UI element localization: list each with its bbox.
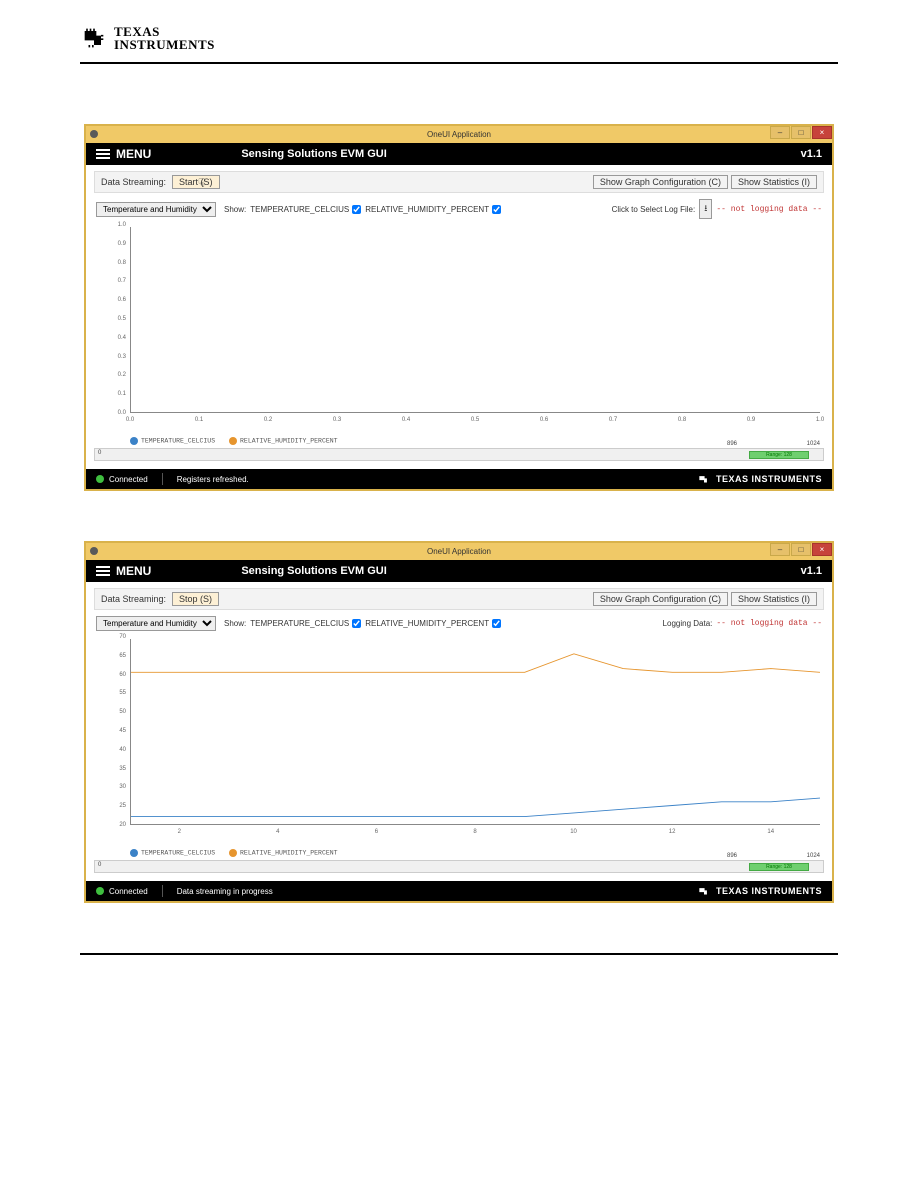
- hamburger-icon[interactable]: [96, 566, 110, 576]
- titlebar[interactable]: OneUI Application – □ ×: [86, 126, 832, 143]
- status-connected: Connected: [109, 887, 148, 896]
- range-num-1024: 1024: [807, 441, 820, 447]
- app-window-2: OneUI Application – □ × MENU Sensing Sol…: [84, 541, 834, 903]
- chart-legend: TEMPERATURE_CELCIUS RELATIVE_HUMIDITY_PE…: [94, 849, 824, 857]
- legend-dot-temperature-icon: [130, 437, 138, 445]
- ti-chip-icon: [697, 472, 711, 486]
- options-row: Temperature and Humidity Show: TEMPERATU…: [94, 193, 824, 221]
- ti-chip-icon: [80, 24, 108, 52]
- log-file-label: Click to Select Log File:: [612, 205, 696, 214]
- footer-logo: TEXAS INSTRUMENTS: [697, 472, 822, 486]
- titlebar-text: OneUI Application: [427, 547, 491, 556]
- series2-checkbox[interactable]: [492, 205, 501, 214]
- series2-label: RELATIVE_HUMIDITY_PERCENT: [365, 205, 489, 214]
- minimize-button[interactable]: –: [770, 126, 790, 139]
- range-left: 0: [98, 450, 101, 456]
- app-title: Sensing Solutions EVM GUI: [241, 565, 386, 577]
- show-label: Show:: [224, 619, 246, 628]
- status-connected: Connected: [109, 475, 148, 484]
- menu-label[interactable]: MENU: [116, 147, 151, 161]
- range-num-1024: 1024: [807, 853, 820, 859]
- titlebar-text: OneUI Application: [427, 130, 491, 139]
- not-logging-text: -- not logging data --: [716, 205, 822, 214]
- series2-checkbox[interactable]: [492, 619, 501, 628]
- select-log-file-button[interactable]: ⭳: [699, 199, 712, 219]
- status-message: Data streaming in progress: [177, 887, 273, 896]
- options-row: Temperature and Humidity Show: TEMPERATU…: [94, 610, 824, 633]
- titlebar-app-icon: [90, 547, 98, 555]
- range-num-896: 896: [727, 441, 737, 447]
- ti-chip-icon: [697, 884, 711, 898]
- legend1-text: TEMPERATURE_CELCIUS: [141, 850, 215, 857]
- footer-rule: [80, 953, 838, 955]
- menubar: MENU Sensing Solutions EVM GUI v1.1: [86, 143, 832, 165]
- maximize-button[interactable]: □: [791, 543, 811, 556]
- cursor-hand-icon: ☟: [198, 176, 205, 190]
- range-left: 0: [98, 862, 101, 868]
- version-label: v1.1: [801, 565, 822, 577]
- legend-dot-temperature-icon: [130, 849, 138, 857]
- series1-label: TEMPERATURE_CELCIUS: [250, 205, 349, 214]
- titlebar-app-icon: [90, 130, 98, 138]
- show-graph-config-button[interactable]: Show Graph Configuration (C): [593, 175, 728, 189]
- data-streaming-label: Data Streaming:: [101, 177, 166, 187]
- show-statistics-button[interactable]: Show Statistics (I): [731, 592, 817, 606]
- chart-legend: TEMPERATURE_CELCIUS RELATIVE_HUMIDITY_PE…: [94, 437, 824, 445]
- maximize-button[interactable]: □: [791, 126, 811, 139]
- show-graph-config-button[interactable]: Show Graph Configuration (C): [593, 592, 728, 606]
- graph-type-select[interactable]: Temperature and Humidity: [96, 616, 216, 631]
- toolbar-row: Data Streaming: Stop (S) Show Graph Conf…: [94, 588, 824, 610]
- range-num-896: 896: [727, 853, 737, 859]
- brand-bottom: INSTRUMENTS: [114, 38, 215, 51]
- stream-start-button[interactable]: Start (S): [172, 175, 220, 189]
- graph-type-select[interactable]: Temperature and Humidity: [96, 202, 216, 217]
- show-statistics-button[interactable]: Show Statistics (I): [731, 175, 817, 189]
- show-label: Show:: [224, 205, 246, 214]
- chart-2: 2025303540455055606570 2468101214: [94, 637, 824, 847]
- data-streaming-label: Data Streaming:: [101, 594, 166, 604]
- app-title: Sensing Solutions EVM GUI: [241, 148, 386, 160]
- app-window-1: OneUI Application – □ × MENU Sensing Sol…: [84, 124, 834, 491]
- page-header-logo: TEXAS INSTRUMENTS: [80, 24, 838, 52]
- legend-dot-humidity-icon: [229, 849, 237, 857]
- connected-indicator-icon: [96, 475, 104, 483]
- statusbar: Connected Registers refreshed. TEXAS INS…: [86, 469, 832, 489]
- chart-1: 0.00.10.20.30.40.50.60.70.80.91.0 0.00.1…: [94, 225, 824, 435]
- series1-checkbox[interactable]: [352, 619, 361, 628]
- header-rule: [80, 62, 838, 64]
- range-bar[interactable]: 0 896 1024 Range: 128: [94, 448, 824, 461]
- range-bar[interactable]: 0 896 1024 Range: 128: [94, 860, 824, 873]
- legend2-text: RELATIVE_HUMIDITY_PERCENT: [240, 850, 338, 857]
- minimize-button[interactable]: –: [770, 543, 790, 556]
- version-label: v1.1: [801, 148, 822, 160]
- logging-data-label: Logging Data:: [663, 619, 713, 628]
- footer-logo: TEXAS INSTRUMENTS: [697, 884, 822, 898]
- series1-checkbox[interactable]: [352, 205, 361, 214]
- menubar: MENU Sensing Solutions EVM GUI v1.1: [86, 560, 832, 582]
- connected-indicator-icon: [96, 887, 104, 895]
- legend-dot-humidity-icon: [229, 437, 237, 445]
- toolbar-row: Data Streaming: Start (S) ☟ Show Graph C…: [94, 171, 824, 193]
- series2-label: RELATIVE_HUMIDITY_PERCENT: [365, 619, 489, 628]
- legend1-text: TEMPERATURE_CELCIUS: [141, 438, 215, 445]
- titlebar[interactable]: OneUI Application – □ ×: [86, 543, 832, 560]
- range-handle[interactable]: Range: 128: [749, 451, 809, 459]
- close-button[interactable]: ×: [812, 543, 832, 556]
- menu-label[interactable]: MENU: [116, 564, 151, 578]
- upload-icon: ⭳: [704, 203, 707, 213]
- series1-label: TEMPERATURE_CELCIUS: [250, 619, 349, 628]
- statusbar: Connected Data streaming in progress TEX…: [86, 881, 832, 901]
- stream-stop-button[interactable]: Stop (S): [172, 592, 219, 606]
- close-button[interactable]: ×: [812, 126, 832, 139]
- legend2-text: RELATIVE_HUMIDITY_PERCENT: [240, 438, 338, 445]
- not-logging-text: -- not logging data --: [716, 619, 822, 628]
- range-handle[interactable]: Range: 128: [749, 863, 809, 871]
- status-message: Registers refreshed.: [177, 475, 249, 484]
- hamburger-icon[interactable]: [96, 149, 110, 159]
